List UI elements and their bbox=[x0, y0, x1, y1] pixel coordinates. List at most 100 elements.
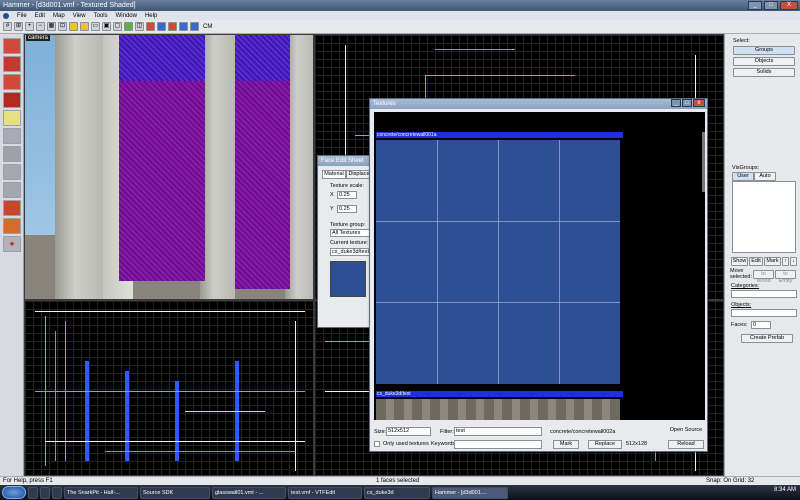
grid-toggle-icon[interactable]: ⊞ bbox=[14, 22, 23, 31]
quick-launch-icon[interactable] bbox=[28, 486, 38, 499]
carve-icon[interactable] bbox=[124, 22, 133, 31]
minimize-button[interactable]: _ bbox=[748, 1, 762, 10]
visgroup-up-arrow-icon[interactable]: ↑ bbox=[782, 257, 789, 266]
textures-maximize-icon[interactable]: □ bbox=[682, 99, 692, 107]
size-dropdown[interactable]: 512x512 bbox=[386, 427, 431, 436]
window-title: Hammer - [d3d001.vmf - Textured Shaded] bbox=[3, 2, 136, 9]
tab-user[interactable]: User bbox=[732, 172, 754, 181]
open-source-button[interactable]: Open Source bbox=[666, 427, 706, 436]
taskbar-item-hammer[interactable]: Hammer - [d3d001.... bbox=[432, 486, 508, 499]
textures-dialog: Textures _ □ x concrete/concretewall001a… bbox=[369, 98, 708, 452]
group-icon[interactable]: ▣ bbox=[102, 22, 111, 31]
texture-thumb-test[interactable] bbox=[376, 399, 620, 420]
objects-dropdown[interactable] bbox=[731, 309, 797, 317]
grid-icon[interactable]: # bbox=[3, 22, 12, 31]
textures-title: Textures bbox=[373, 101, 396, 107]
size-label: Size: bbox=[374, 429, 387, 435]
menu-window[interactable]: Window bbox=[116, 13, 137, 19]
side-viewport[interactable] bbox=[24, 300, 314, 476]
texture-application-icon[interactable] bbox=[3, 128, 21, 144]
taskbar-item-vtfedit[interactable]: test.vmf - VTFEdit bbox=[288, 486, 362, 499]
keywords-label: Keywords: bbox=[431, 441, 457, 447]
magnify-tool-icon[interactable] bbox=[3, 56, 21, 72]
ungroup-icon[interactable]: ▢ bbox=[113, 22, 122, 31]
vertex-tool-icon[interactable] bbox=[3, 218, 21, 234]
taskbar-item-snarkpit[interactable]: The SnarkPit - Half-... bbox=[64, 486, 138, 499]
create-prefab-button[interactable]: Create Prefab bbox=[741, 334, 793, 343]
clipping-tool-icon[interactable] bbox=[3, 200, 21, 216]
visgroup-mark-button[interactable]: Mark bbox=[764, 257, 781, 266]
visgroups-list[interactable] bbox=[732, 181, 796, 253]
entity-report-icon[interactable] bbox=[157, 22, 166, 31]
filter-label: Filter: bbox=[440, 429, 454, 435]
categories-dropdown[interactable] bbox=[731, 290, 797, 298]
visgroup-edit-button[interactable]: Edit bbox=[749, 257, 763, 266]
mark-button[interactable]: Mark bbox=[553, 440, 579, 449]
concrete-pillar-mid bbox=[200, 35, 235, 299]
brush-edge bbox=[425, 75, 575, 76]
decal-tool-icon[interactable] bbox=[3, 164, 21, 180]
texture-browser-area[interactable]: concrete/concretewall001a cs_duke3d/test bbox=[374, 112, 705, 420]
taskbar-item-glasswall[interactable]: glasswall01.vmt - ... bbox=[212, 486, 286, 499]
tab-material[interactable]: Material bbox=[322, 170, 346, 179]
textures-close-icon[interactable]: x bbox=[693, 99, 705, 107]
textures-title-bar: Textures _ □ x bbox=[370, 99, 707, 109]
reload-button[interactable]: Reload bbox=[668, 440, 704, 449]
menu-map[interactable]: Map bbox=[53, 13, 65, 19]
to-entity-button[interactable]: to Entity bbox=[775, 270, 796, 284]
snap-icon[interactable]: ⊡ bbox=[58, 22, 67, 31]
keywords-dropdown[interactable] bbox=[454, 440, 542, 449]
filter-field[interactable]: test bbox=[454, 427, 542, 436]
texture-lock-icon[interactable] bbox=[69, 22, 78, 31]
scale-x-field[interactable]: 0.25 bbox=[337, 191, 357, 199]
selection-tool-icon[interactable] bbox=[3, 38, 21, 54]
maximize-button[interactable]: □ bbox=[764, 1, 778, 10]
select-objects-button[interactable]: Objects bbox=[733, 57, 795, 66]
smaller-grid-icon[interactable]: − bbox=[36, 22, 45, 31]
menu-help[interactable]: Help bbox=[145, 13, 157, 19]
close-button[interactable]: X bbox=[780, 1, 798, 10]
blue-texture-panel-left bbox=[119, 35, 205, 81]
only-used-checkbox[interactable] bbox=[374, 441, 380, 447]
quick-launch-icon[interactable] bbox=[52, 486, 62, 499]
texture-thumb-concretewall[interactable] bbox=[376, 140, 620, 384]
block-tool-icon[interactable] bbox=[3, 110, 21, 126]
check-problems-icon[interactable] bbox=[168, 22, 177, 31]
menu-view[interactable]: View bbox=[73, 13, 86, 19]
status-bar: For Help, press F1 1 faces selected Snap… bbox=[0, 476, 800, 485]
camera-viewport[interactable]: camera bbox=[24, 34, 314, 300]
hide-items-icon[interactable]: ▭ bbox=[91, 22, 100, 31]
to-world-button[interactable]: to World bbox=[753, 270, 774, 284]
3d-grid-icon[interactable]: ▦ bbox=[47, 22, 56, 31]
brush-edge bbox=[325, 341, 375, 342]
apply-texture-icon[interactable] bbox=[3, 146, 21, 162]
cm-label[interactable]: CM bbox=[203, 24, 212, 30]
larger-grid-icon[interactable]: + bbox=[25, 22, 34, 31]
cordon-icon[interactable]: ◫ bbox=[135, 22, 144, 31]
menu-tools[interactable]: Tools bbox=[94, 13, 108, 19]
tab-auto[interactable]: Auto bbox=[754, 172, 776, 181]
visgroup-down-arrow-icon[interactable]: ↓ bbox=[790, 257, 797, 266]
path-tool-icon[interactable]: ✦ bbox=[3, 236, 21, 252]
menu-edit[interactable]: Edit bbox=[35, 13, 45, 19]
faces-field[interactable]: 0 bbox=[751, 321, 771, 329]
taskbar-item-cs-duke3d[interactable]: cs_duke3d bbox=[364, 486, 430, 499]
quick-launch-icon[interactable] bbox=[40, 486, 50, 499]
texture-scrollbar[interactable] bbox=[702, 132, 705, 192]
run-map-icon[interactable] bbox=[146, 22, 155, 31]
select-groups-button[interactable]: Groups bbox=[733, 46, 795, 55]
replace-button[interactable]: Replace bbox=[588, 440, 622, 449]
show-models-icon[interactable] bbox=[190, 22, 199, 31]
menu-file[interactable]: File bbox=[17, 13, 27, 19]
start-button[interactable] bbox=[2, 486, 26, 499]
select-solids-button[interactable]: Solids bbox=[733, 68, 795, 77]
overlay-tool-icon[interactable] bbox=[3, 182, 21, 198]
entity-tool-icon[interactable] bbox=[3, 92, 21, 108]
texture-lock-scale-icon[interactable] bbox=[80, 22, 89, 31]
visgroup-show-button[interactable]: Show bbox=[731, 257, 748, 266]
camera-tool-icon[interactable] bbox=[3, 74, 21, 90]
taskbar-item-source-sdk[interactable]: Source SDK bbox=[140, 486, 210, 499]
scale-y-field[interactable]: 0.25 bbox=[337, 205, 357, 213]
textures-minimize-icon[interactable]: _ bbox=[671, 99, 681, 107]
show-helpers-icon[interactable] bbox=[179, 22, 188, 31]
